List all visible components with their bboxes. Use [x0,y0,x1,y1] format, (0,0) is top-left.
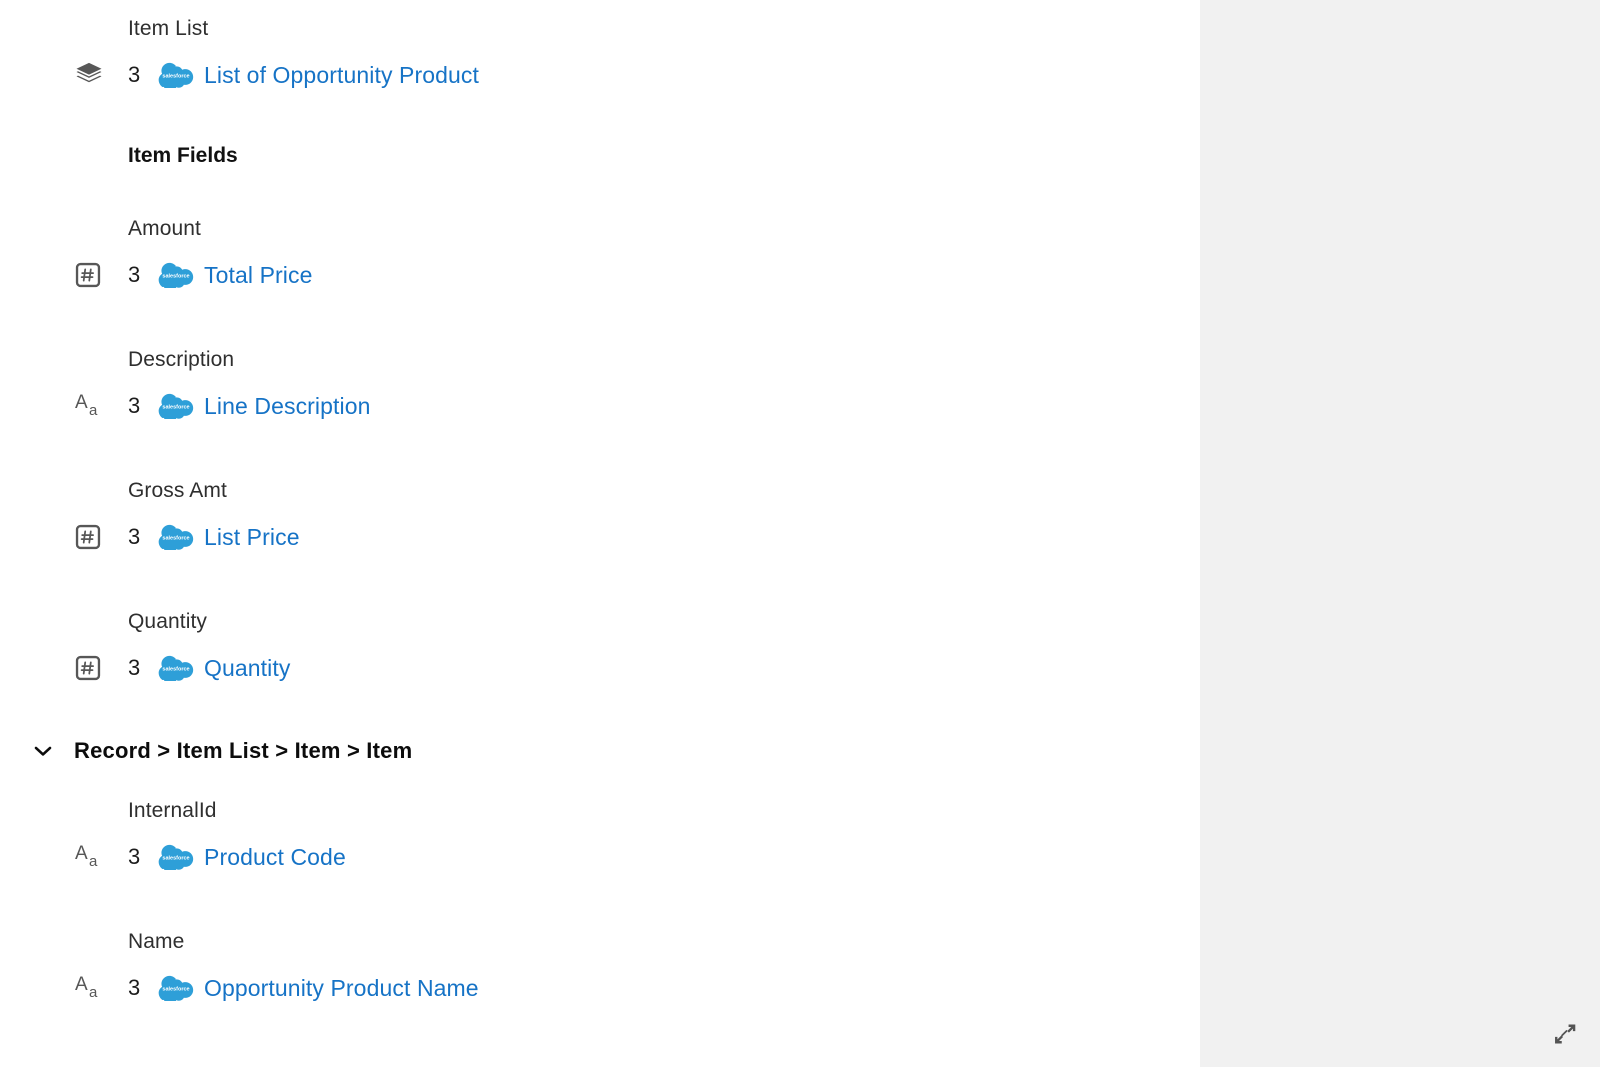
field-block-internalid: InternalId A a 3 salesforce Product Code [0,800,1200,879]
text-icon: A a [0,973,128,1003]
mapping-row[interactable]: 3 salesforce Quantity [0,646,1200,690]
mapping-target-link[interactable]: Product Code [204,844,346,871]
field-label: Quantity [128,610,208,633]
salesforce-logo: salesforce [158,975,194,1001]
mapping-target-link[interactable]: List of Opportunity Product [204,62,479,89]
svg-text:A: A [75,843,88,864]
svg-text:a: a [89,402,98,419]
svg-text:salesforce: salesforce [162,536,189,542]
mapping-target-link[interactable]: Total Price [204,262,312,289]
field-block-gross-amt: Gross Amt 3 salesforce List Price [0,480,1200,559]
salesforce-logo: salesforce [158,62,194,88]
svg-text:salesforce: salesforce [162,274,189,280]
text-icon: A a [0,391,128,421]
field-block-amount: Amount 3 salesforce Total Price [0,218,1200,297]
mapping-row[interactable]: 3 salesforce List Price [0,515,1200,559]
salesforce-logo: salesforce [158,844,194,870]
field-block-item-list: Item List 3 salesforce List of Opportuni… [0,0,1200,97]
layers-icon [0,60,128,90]
mapping-target-link[interactable]: Opportunity Product Name [204,975,479,1002]
mapping-count: 3 [128,524,141,549]
field-block-name: Name A a 3 salesforce Opportunity Produc… [0,931,1200,1010]
mapping-list: Item List 3 salesforce List of Opportuni… [0,0,1200,1010]
salesforce-logo: salesforce [158,655,194,681]
mapping-row[interactable]: A a 3 salesforce Product Code [0,835,1200,879]
field-block-quantity: Quantity 3 salesforce Quantity [0,611,1200,690]
svg-text:salesforce: salesforce [162,667,189,673]
field-label: Description [128,348,235,371]
mapping-row[interactable]: 3 salesforce Total Price [0,253,1200,297]
mapping-target-link[interactable]: List Price [204,524,300,551]
field-mapping-pane: Item List 3 salesforce List of Opportuni… [0,0,1200,1067]
number-icon [0,523,128,551]
field-label: Gross Amt [128,479,227,502]
svg-text:A: A [75,974,88,995]
mapping-count: 3 [128,262,141,287]
salesforce-logo: salesforce [158,262,194,288]
resize-diagonal-icon[interactable] [1548,1017,1582,1051]
svg-text:a: a [89,853,98,870]
svg-text:salesforce: salesforce [162,405,189,411]
mapping-target-link[interactable]: Quantity [204,655,290,682]
field-label: Amount [128,217,201,240]
breadcrumb: Record > Item List > Item > Item [74,738,413,763]
mapping-panel-root: Item List 3 salesforce List of Opportuni… [0,0,1600,1067]
group-header-record-item-list-item-item[interactable]: Record > Item List > Item > Item [0,732,1200,770]
number-icon [0,654,128,682]
mapping-target-link[interactable]: Line Description [204,393,371,420]
side-panel [1200,0,1600,1067]
field-label: InternalId [128,799,217,822]
number-icon [0,261,128,289]
salesforce-logo: salesforce [158,393,194,419]
mapping-count: 3 [128,62,141,87]
mapping-count: 3 [128,975,141,1000]
mapping-count: 3 [128,844,141,869]
field-label: Name [128,930,185,953]
mapping-row[interactable]: A a 3 salesforce Line Description [0,384,1200,428]
chevron-down-icon[interactable] [28,738,58,764]
mapping-row[interactable]: A a 3 salesforce Opportunity Product Nam… [0,966,1200,1010]
field-label: Item List [128,17,209,40]
mapping-count: 3 [128,655,141,680]
salesforce-logo: salesforce [158,524,194,550]
salesforce-wordmark: salesforce [162,74,189,80]
text-icon: A a [0,842,128,872]
mapping-row[interactable]: 3 salesforce List of Opportunity Product [0,53,1200,97]
svg-text:salesforce: salesforce [162,987,189,993]
svg-text:a: a [89,984,98,1001]
field-block-description: Description A a 3 salesforce Line Descri… [0,349,1200,428]
svg-text:salesforce: salesforce [162,856,189,862]
mapping-count: 3 [128,393,141,418]
svg-text:A: A [75,392,88,413]
item-fields-heading: Item Fields [128,144,238,167]
